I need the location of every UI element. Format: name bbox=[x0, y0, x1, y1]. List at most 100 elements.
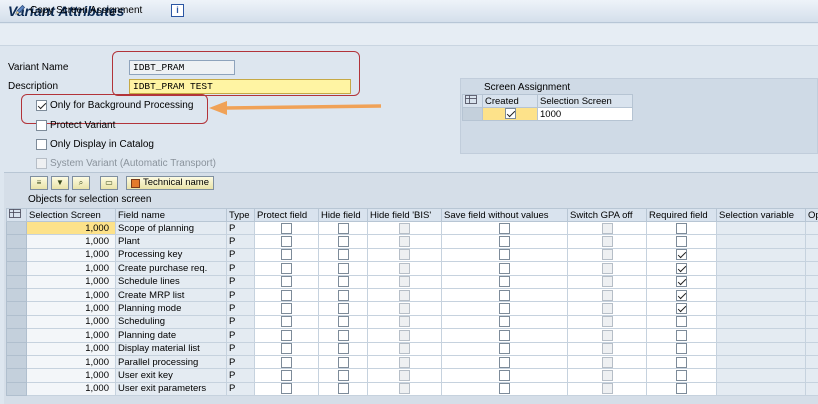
switch-gpa-off-checkbox[interactable] bbox=[601, 383, 613, 395]
hide-field-checkbox[interactable] bbox=[337, 356, 349, 368]
hide-field-bis-cell[interactable] bbox=[367, 341, 442, 356]
required-field-cell[interactable] bbox=[646, 287, 717, 303]
protect-field-cell[interactable] bbox=[254, 247, 319, 263]
required-field-checkbox[interactable] bbox=[676, 356, 687, 368]
hide-field-bis-cell[interactable] bbox=[367, 274, 442, 289]
save-without-values-checkbox[interactable] bbox=[499, 289, 510, 301]
protect-field-cell[interactable] bbox=[254, 220, 319, 236]
protect-field-checkbox[interactable] bbox=[281, 262, 292, 274]
switch-gpa-off-checkbox[interactable] bbox=[601, 236, 613, 248]
row-selector[interactable] bbox=[6, 314, 27, 330]
filter-icon[interactable]: ▼ bbox=[51, 176, 69, 190]
column-header[interactable]: Selection variable bbox=[716, 208, 806, 222]
row-selector[interactable] bbox=[462, 107, 483, 121]
selection-variable-cell[interactable] bbox=[716, 261, 806, 276]
protect-field-checkbox[interactable] bbox=[281, 329, 292, 341]
table-row[interactable]: 1,000 User exit parameters P bbox=[6, 381, 818, 397]
table-row[interactable]: 1,000 Planning date P bbox=[6, 328, 818, 343]
hide-field-bis-cell[interactable] bbox=[367, 314, 442, 330]
protect-field-checkbox[interactable] bbox=[281, 356, 292, 368]
save-without-values-checkbox[interactable] bbox=[499, 222, 510, 234]
print-icon[interactable]: ▭ bbox=[100, 176, 118, 190]
hide-field-bis-checkbox[interactable] bbox=[399, 343, 410, 355]
hide-field-checkbox[interactable] bbox=[337, 383, 349, 395]
row-selector[interactable] bbox=[6, 261, 27, 276]
table-row[interactable]: 1,000 Scope of planning P bbox=[6, 220, 818, 236]
required-field-checkbox[interactable] bbox=[676, 289, 687, 301]
option-cell[interactable] bbox=[805, 220, 818, 236]
column-header[interactable]: Hide field 'BIS' bbox=[367, 208, 442, 222]
switch-gpa-off-checkbox[interactable] bbox=[601, 303, 613, 315]
switch-gpa-off-checkbox[interactable] bbox=[601, 289, 613, 301]
selection-variable-cell[interactable] bbox=[716, 328, 806, 343]
table-row[interactable]: 1,000 Create MRP list P bbox=[6, 287, 818, 303]
hide-field-checkbox[interactable] bbox=[337, 236, 349, 248]
switch-gpa-off-cell[interactable] bbox=[567, 301, 647, 316]
protect-field-cell[interactable] bbox=[254, 274, 319, 289]
switch-gpa-off-cell[interactable] bbox=[567, 341, 647, 356]
switch-gpa-off-cell[interactable] bbox=[567, 220, 647, 236]
save-without-values-checkbox[interactable] bbox=[499, 383, 510, 395]
save-without-values-cell[interactable] bbox=[441, 261, 568, 276]
required-field-checkbox[interactable] bbox=[676, 303, 687, 315]
option-cell[interactable] bbox=[805, 301, 818, 316]
column-header[interactable]: Type bbox=[226, 208, 255, 222]
save-without-values-cell[interactable] bbox=[441, 220, 568, 236]
protect-field-checkbox[interactable] bbox=[281, 316, 292, 328]
column-header[interactable]: Required field bbox=[646, 208, 717, 222]
switch-gpa-off-cell[interactable] bbox=[567, 274, 647, 289]
hide-field-bis-checkbox[interactable] bbox=[399, 303, 410, 315]
switch-gpa-off-cell[interactable] bbox=[567, 328, 647, 343]
required-field-cell[interactable] bbox=[646, 341, 717, 356]
protect-field-cell[interactable] bbox=[254, 381, 319, 397]
option-cell[interactable] bbox=[805, 368, 818, 383]
table-settings-icon[interactable] bbox=[462, 94, 483, 108]
required-field-checkbox[interactable] bbox=[676, 383, 687, 395]
hide-field-bis-cell[interactable] bbox=[367, 247, 442, 263]
save-without-values-checkbox[interactable] bbox=[499, 356, 510, 368]
selection-variable-cell[interactable] bbox=[716, 287, 806, 303]
table-row[interactable]: 1,000 Planning mode P bbox=[6, 301, 818, 316]
technical-name-button[interactable]: Technical name bbox=[126, 176, 215, 190]
hide-field-bis-checkbox[interactable] bbox=[399, 316, 410, 328]
row-selector[interactable] bbox=[6, 220, 27, 236]
protect-field-checkbox[interactable] bbox=[281, 276, 292, 288]
save-without-values-cell[interactable] bbox=[441, 234, 568, 249]
selection-variable-cell[interactable] bbox=[716, 234, 806, 249]
column-header[interactable]: Save field without values bbox=[441, 208, 568, 222]
column-header[interactable]: Switch GPA off bbox=[567, 208, 647, 222]
hide-field-bis-checkbox[interactable] bbox=[399, 262, 410, 274]
protect-field-checkbox[interactable] bbox=[281, 369, 292, 381]
hide-field-cell[interactable] bbox=[318, 274, 368, 289]
save-without-values-checkbox[interactable] bbox=[499, 316, 510, 328]
required-field-cell[interactable] bbox=[646, 261, 717, 276]
option-cell[interactable] bbox=[805, 354, 818, 370]
required-field-checkbox[interactable] bbox=[676, 369, 687, 381]
align-left-icon[interactable]: ≡ bbox=[30, 176, 48, 190]
hide-field-cell[interactable] bbox=[318, 368, 368, 383]
save-without-values-checkbox[interactable] bbox=[499, 249, 510, 261]
copy-screen-assignment-button[interactable]: Copy Screen Assignment bbox=[14, 4, 142, 16]
option-cell[interactable] bbox=[805, 341, 818, 356]
hide-field-cell[interactable] bbox=[318, 314, 368, 330]
option-display-catalog[interactable]: Only Display in Catalog bbox=[36, 139, 154, 150]
hide-field-bis-checkbox[interactable] bbox=[399, 249, 410, 261]
switch-gpa-off-checkbox[interactable] bbox=[601, 356, 613, 368]
column-header[interactable]: Hide field bbox=[318, 208, 368, 222]
hide-field-cell[interactable] bbox=[318, 247, 368, 263]
required-field-checkbox[interactable] bbox=[676, 316, 687, 328]
hide-field-bis-cell[interactable] bbox=[367, 301, 442, 316]
selection-variable-cell[interactable] bbox=[716, 274, 806, 289]
option-cell[interactable] bbox=[805, 261, 818, 276]
table-row[interactable]: 1,000 Plant P bbox=[6, 234, 818, 249]
hide-field-cell[interactable] bbox=[318, 287, 368, 303]
row-selector[interactable] bbox=[6, 381, 27, 397]
required-field-cell[interactable] bbox=[646, 274, 717, 289]
required-field-checkbox[interactable] bbox=[676, 329, 687, 341]
option-cell[interactable] bbox=[805, 314, 818, 330]
hide-field-checkbox[interactable] bbox=[337, 222, 349, 234]
selection-variable-cell[interactable] bbox=[716, 314, 806, 330]
table-row[interactable]: 1,000 Display material list P bbox=[6, 341, 818, 356]
grid-settings-icon[interactable] bbox=[6, 208, 27, 222]
hide-field-bis-cell[interactable] bbox=[367, 220, 442, 236]
